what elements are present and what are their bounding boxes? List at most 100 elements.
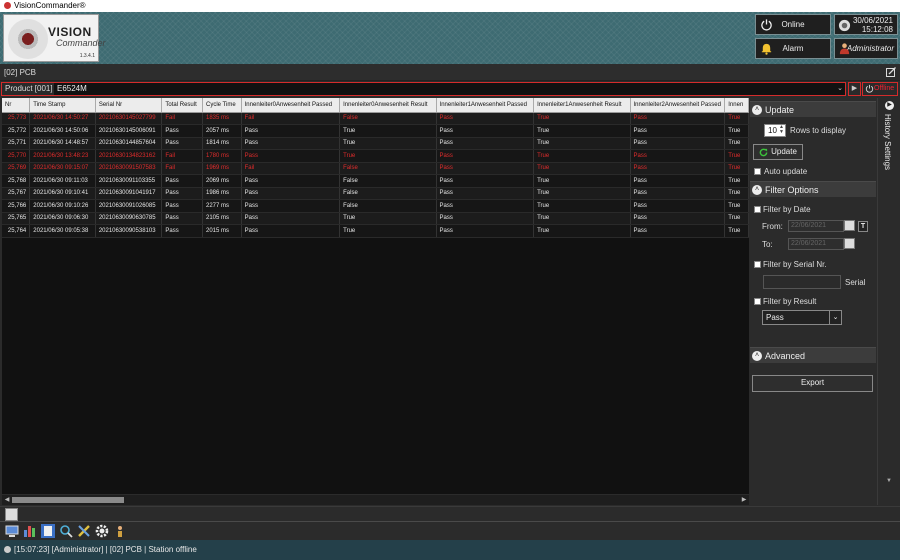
export-button[interactable]: Export (752, 375, 873, 392)
table-cell: True (533, 187, 631, 200)
rows-to-display-label: Rows to display (790, 126, 847, 135)
table-cell: True (533, 199, 631, 213)
product-selector[interactable]: Product [001] E6524M ⌄ (1, 82, 846, 96)
table-cell: Pass (241, 174, 341, 188)
table-cell: Pass (241, 212, 341, 225)
table-cell: 25,770 (2, 149, 31, 163)
filter-by-date-checkbox[interactable] (754, 206, 761, 213)
history-tab-icon[interactable] (5, 508, 18, 521)
table-cell: Pass (241, 137, 341, 150)
from-label: From: (762, 222, 783, 231)
spinner-icon[interactable]: ▲ ▼ (779, 125, 784, 135)
table-cell: 1814 ms (202, 137, 242, 150)
column-header[interactable]: Innen (724, 98, 749, 113)
history-settings-tab[interactable]: ▶ History Settings ▼ (877, 98, 899, 505)
result-select[interactable]: Pass ⌄ (762, 310, 842, 325)
table-cell: Pass (241, 187, 341, 200)
table-cell: False (339, 112, 437, 125)
table-cell: 2021/06/30 09:10:26 (29, 199, 96, 213)
today-button[interactable]: T (858, 221, 868, 232)
column-header[interactable]: Time Stamp (29, 98, 96, 113)
column-header[interactable]: Innenleiter1Anwesenheit Result (533, 98, 631, 113)
scroll-down-icon[interactable]: ▼ (880, 478, 898, 488)
advanced-section-header[interactable]: ˄ Advanced (750, 347, 876, 363)
column-header[interactable]: Innenleiter2Anwesenheit Passed (630, 98, 726, 113)
table-cell: True (339, 149, 437, 163)
serial-input[interactable] (763, 275, 841, 289)
horizontal-scrollbar[interactable]: ◀ ▶ (2, 495, 749, 505)
table-row[interactable]: 25,771 2021/06/30 14:48:57 202106301448576… (2, 137, 749, 150)
start-button[interactable]: ▶ (848, 82, 861, 96)
chevron-down-icon[interactable]: ⌄ (835, 83, 845, 95)
table-cell: 2105 ms (202, 212, 242, 225)
scrollbar-thumb[interactable] (12, 497, 124, 503)
table-cell: 2021/06/30 14:50:06 (29, 124, 96, 138)
from-date-field[interactable]: 22/06/2021 (788, 220, 844, 232)
table-cell: Pass (241, 199, 341, 213)
alarm-button[interactable]: Alarm (755, 38, 831, 59)
table-cell: True (724, 149, 749, 163)
column-header[interactable]: Innenleiter0Anwesenheit Passed (241, 98, 341, 113)
filter-by-serial-checkbox[interactable] (754, 261, 761, 268)
column-header[interactable]: Cycle Time (202, 98, 242, 113)
scroll-left-icon[interactable]: ◀ (2, 495, 12, 505)
user-button[interactable]: Administrator (834, 38, 898, 59)
current-date: 30/06/2021 (852, 16, 893, 25)
update-button[interactable]: Update (753, 144, 803, 160)
gear-icon[interactable] (95, 524, 109, 538)
calendar-icon[interactable] (844, 220, 855, 231)
column-header[interactable]: Serial Nr (95, 98, 163, 113)
table-row[interactable]: 25,767 2021/06/30 09:10:41 202106300910419… (2, 187, 749, 200)
table-cell: Pass (630, 124, 726, 138)
update-section-header[interactable]: ˄ Update (750, 101, 876, 117)
column-header[interactable]: Total Result (161, 98, 203, 113)
table-cell: 20210630090538103 (95, 224, 163, 238)
filter-by-result-checkbox[interactable] (754, 298, 761, 305)
column-header[interactable]: Nr (2, 98, 31, 113)
edit-icon[interactable] (886, 67, 896, 77)
table-cell: 2021/06/30 09:06:30 (29, 212, 96, 225)
table-row[interactable]: 25,773 2021/06/30 14:50:27 202106301450277… (2, 112, 749, 125)
history-settings-panel: ˄ Update 10 ▲ ▼ Rows to display Update Auto… (750, 98, 876, 505)
table-row[interactable]: 25,765 2021/06/30 09:06:30 202106300906307… (2, 212, 749, 225)
calendar-icon[interactable] (844, 238, 855, 249)
table-cell: 1986 ms (202, 187, 242, 200)
table-row[interactable]: 25,766 2021/06/30 09:10:26 202106300910260… (2, 199, 749, 213)
column-header[interactable]: Innenleiter1Anwesenheit Passed (436, 98, 535, 113)
status-text: [15:07:23] [Administrator] | [02] PCB | … (14, 545, 197, 554)
offline-button[interactable]: Offline (862, 82, 898, 96)
table-cell: True (533, 174, 631, 188)
auto-update-checkbox[interactable] (754, 168, 761, 175)
table-cell: 1835 ms (202, 112, 242, 125)
table-row[interactable]: 25,764 2021/06/30 09:05:38 202106300905381… (2, 224, 749, 238)
table-cell: 20210630090630785 (95, 212, 163, 225)
statistics-icon[interactable] (23, 524, 37, 538)
search-icon[interactable] (59, 524, 73, 538)
station-bar: [02] PCB (0, 64, 900, 81)
table-cell: True (533, 124, 631, 138)
table-row[interactable]: 25,768 2021/06/30 09:11:03 202106300911033… (2, 174, 749, 188)
column-header[interactable]: Innenleiter0Anwesenheit Result (339, 98, 437, 113)
table-row[interactable]: 25,769 2021/06/30 09:15:07 202106300915075… (2, 162, 749, 175)
table-cell: Pass (630, 149, 726, 163)
product-value: E6524M (57, 84, 87, 93)
rows-stepper[interactable]: 10 ▲ ▼ (764, 124, 786, 137)
info-person-icon[interactable] (113, 524, 127, 538)
scroll-right-icon[interactable]: ▶ (739, 495, 749, 505)
table-cell: False (339, 187, 437, 200)
power-icon (761, 19, 772, 31)
online-button[interactable]: Online (755, 14, 831, 35)
table-cell: Pass (436, 149, 535, 163)
table-row[interactable]: 25,772 2021/06/30 14:50:06 202106301450060… (2, 124, 749, 138)
auto-update-label: Auto update (764, 167, 808, 176)
tools-icon[interactable] (77, 524, 91, 538)
table-cell: 1969 ms (202, 162, 242, 175)
history-icon[interactable] (41, 524, 55, 538)
table-cell: Pass (436, 199, 535, 213)
monitor-icon[interactable] (5, 524, 19, 538)
table-row[interactable]: 25,770 2021/06/30 13:48:23 202106301348231… (2, 149, 749, 163)
filter-options-header[interactable]: ˄ Filter Options (750, 181, 876, 197)
to-date-field[interactable]: 22/06/2021 (788, 238, 844, 250)
app-version: 1.3.4.1 (79, 53, 95, 59)
table-cell: 2021/06/30 14:48:57 (29, 137, 96, 150)
